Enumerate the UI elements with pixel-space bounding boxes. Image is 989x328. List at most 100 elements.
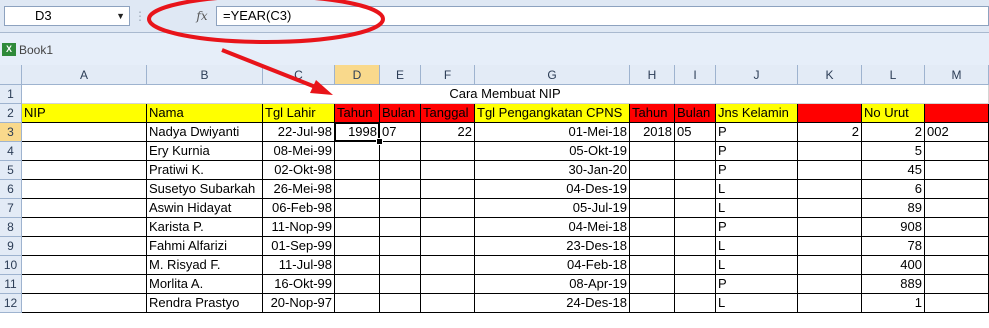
cell-j11[interactable]: P: [716, 275, 798, 294]
cell-m7[interactable]: [925, 199, 989, 218]
cell-k3[interactable]: 2: [798, 123, 862, 142]
cell-c6[interactable]: 26-Mei-98: [263, 180, 335, 199]
cell-g8[interactable]: 04-Mei-18: [475, 218, 630, 237]
cell-k5[interactable]: [798, 161, 862, 180]
cell-e6[interactable]: [380, 180, 421, 199]
cell-h5[interactable]: [630, 161, 675, 180]
cell-f4[interactable]: [421, 142, 475, 161]
cell-e3[interactable]: 07: [380, 123, 421, 142]
cell-b9[interactable]: Fahmi Alfarizi: [147, 237, 263, 256]
cell-e8[interactable]: [380, 218, 421, 237]
cell-j6[interactable]: L: [716, 180, 798, 199]
column-header-j[interactable]: J: [716, 65, 798, 85]
cell-i8[interactable]: [675, 218, 716, 237]
header-cell-i[interactable]: Bulan: [675, 104, 716, 123]
cell-c8[interactable]: 11-Nop-99: [263, 218, 335, 237]
header-cell-e[interactable]: Bulan: [380, 104, 421, 123]
cell-h11[interactable]: [630, 275, 675, 294]
row-header-9[interactable]: 9: [0, 237, 22, 256]
cell-d11[interactable]: [335, 275, 380, 294]
cell-g9[interactable]: 23-Des-18: [475, 237, 630, 256]
cell-g4[interactable]: 05-Okt-19: [475, 142, 630, 161]
cell-d3[interactable]: 1998: [335, 123, 380, 142]
cell-m9[interactable]: [925, 237, 989, 256]
cell-d8[interactable]: [335, 218, 380, 237]
cell-d9[interactable]: [335, 237, 380, 256]
cell-a11[interactable]: [22, 275, 147, 294]
column-header-l[interactable]: L: [862, 65, 925, 85]
column-header-a[interactable]: A: [22, 65, 147, 85]
row-header-6[interactable]: 6: [0, 180, 22, 199]
cell-l12[interactable]: 1: [862, 294, 925, 313]
cell-g6[interactable]: 04-Des-19: [475, 180, 630, 199]
cell-b3[interactable]: Nadya Dwiyanti: [147, 123, 263, 142]
column-header-b[interactable]: B: [147, 65, 263, 85]
cell-e12[interactable]: [380, 294, 421, 313]
cell-j7[interactable]: L: [716, 199, 798, 218]
cell-i11[interactable]: [675, 275, 716, 294]
column-header-f[interactable]: F: [421, 65, 475, 85]
cell-l4[interactable]: 5: [862, 142, 925, 161]
cell-k11[interactable]: [798, 275, 862, 294]
header-cell-k[interactable]: [798, 104, 862, 123]
cell-j4[interactable]: P: [716, 142, 798, 161]
cell-b6[interactable]: Susetyo Subarkah: [147, 180, 263, 199]
cell-a10[interactable]: [22, 256, 147, 275]
formula-input[interactable]: =YEAR(C3): [216, 6, 989, 26]
header-cell-h[interactable]: Tahun: [630, 104, 675, 123]
cell-b4[interactable]: Ery Kurnia: [147, 142, 263, 161]
header-cell-m[interactable]: [925, 104, 989, 123]
cell-b8[interactable]: Karista P.: [147, 218, 263, 237]
cell-d10[interactable]: [335, 256, 380, 275]
cell-c12[interactable]: 20-Nop-97: [263, 294, 335, 313]
column-header-e[interactable]: E: [380, 65, 421, 85]
select-all-corner[interactable]: [0, 65, 22, 85]
cell-j12[interactable]: L: [716, 294, 798, 313]
cell-k8[interactable]: [798, 218, 862, 237]
cell-l11[interactable]: 889: [862, 275, 925, 294]
cell-h4[interactable]: [630, 142, 675, 161]
row-header-3[interactable]: 3: [0, 123, 22, 142]
cell-b5[interactable]: Pratiwi K.: [147, 161, 263, 180]
row-header-10[interactable]: 10: [0, 256, 22, 275]
cell-f11[interactable]: [421, 275, 475, 294]
cell-c9[interactable]: 01-Sep-99: [263, 237, 335, 256]
cell-d7[interactable]: [335, 199, 380, 218]
cell-e9[interactable]: [380, 237, 421, 256]
cell-f9[interactable]: [421, 237, 475, 256]
cell-b12[interactable]: Rendra Prastyo: [147, 294, 263, 313]
cell-g10[interactable]: 04-Feb-18: [475, 256, 630, 275]
cell-g3[interactable]: 01-Mei-18: [475, 123, 630, 142]
cell-k10[interactable]: [798, 256, 862, 275]
cell-f7[interactable]: [421, 199, 475, 218]
cell-c11[interactable]: 16-Okt-99: [263, 275, 335, 294]
cell-j9[interactable]: L: [716, 237, 798, 256]
cell-h6[interactable]: [630, 180, 675, 199]
cell-k12[interactable]: [798, 294, 862, 313]
cell-h8[interactable]: [630, 218, 675, 237]
cell-i7[interactable]: [675, 199, 716, 218]
cell-g12[interactable]: 24-Des-18: [475, 294, 630, 313]
cell-h9[interactable]: [630, 237, 675, 256]
cell-d4[interactable]: [335, 142, 380, 161]
cell-l8[interactable]: 908: [862, 218, 925, 237]
cell-m10[interactable]: [925, 256, 989, 275]
cell-m3[interactable]: 002: [925, 123, 989, 142]
column-header-g[interactable]: G: [475, 65, 630, 85]
cell-i12[interactable]: [675, 294, 716, 313]
cell-a3[interactable]: [22, 123, 147, 142]
cell-h7[interactable]: [630, 199, 675, 218]
cell-a5[interactable]: [22, 161, 147, 180]
cell-l6[interactable]: 6: [862, 180, 925, 199]
cell-k6[interactable]: [798, 180, 862, 199]
row-header-5[interactable]: 5: [0, 161, 22, 180]
column-header-i[interactable]: I: [675, 65, 716, 85]
cell-m8[interactable]: [925, 218, 989, 237]
cell-k4[interactable]: [798, 142, 862, 161]
cell-l5[interactable]: 45: [862, 161, 925, 180]
cell-k7[interactable]: [798, 199, 862, 218]
cell-c7[interactable]: 06-Feb-98: [263, 199, 335, 218]
cell-h3[interactable]: 2018: [630, 123, 675, 142]
cell-m12[interactable]: [925, 294, 989, 313]
column-header-c[interactable]: C: [263, 65, 335, 85]
